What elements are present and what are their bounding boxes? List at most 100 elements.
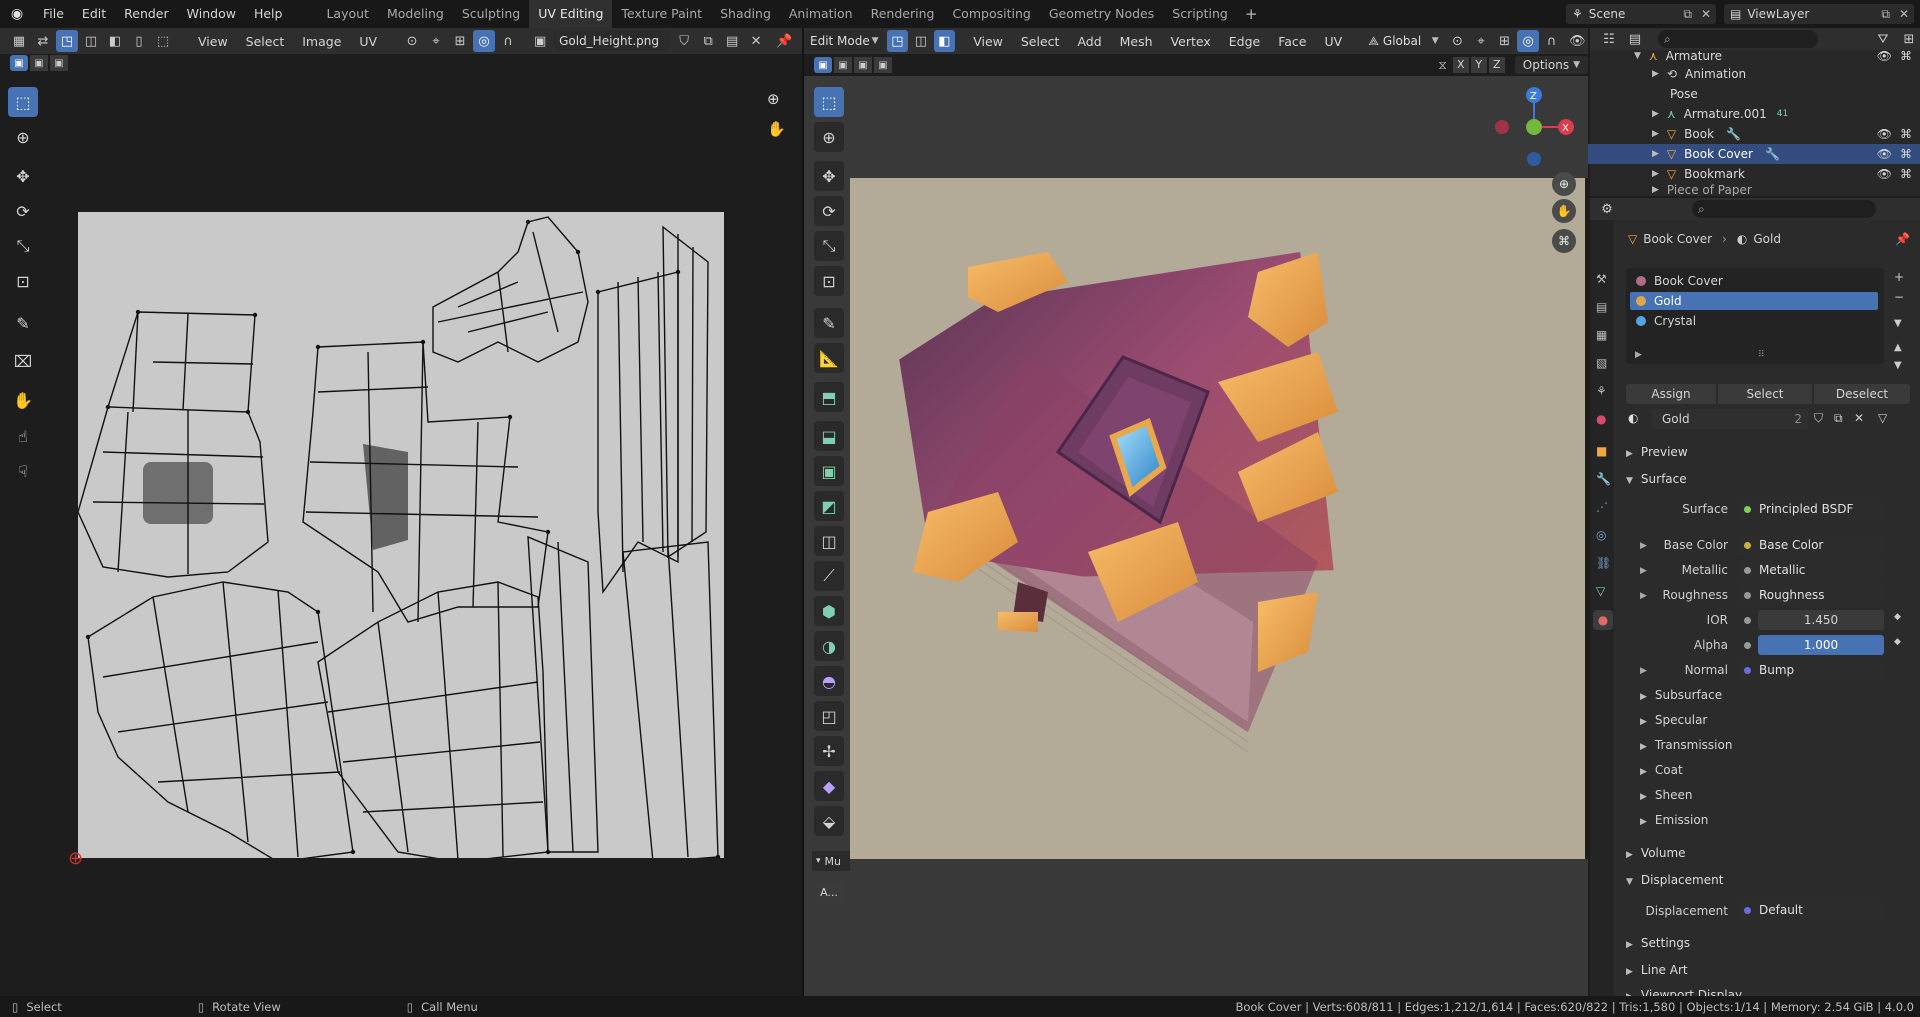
modifier-tab-icon[interactable]: 🔧 — [1596, 472, 1611, 486]
socket-dot-icon[interactable] — [1744, 642, 1751, 649]
sticky-mode-icon[interactable]: ⬚ — [152, 30, 174, 52]
zoom-icon[interactable]: ⊕ — [1552, 172, 1576, 196]
move-slot-down-icon[interactable]: ▼ — [1894, 360, 1902, 371]
camera-render-icon[interactable]: ⌘ — [1900, 167, 1912, 181]
navigation-gizmo[interactable]: Z X — [1490, 82, 1580, 172]
tab-texture-paint[interactable]: Texture Paint — [612, 0, 711, 28]
world-tab-icon[interactable]: ● — [1596, 412, 1606, 426]
subpanel-coat[interactable]: ▶ Coat — [1640, 763, 1683, 777]
unlink-material-icon[interactable]: ✕ — [1854, 411, 1864, 425]
material-slot[interactable]: Book Cover — [1630, 272, 1878, 290]
displacement-panel-header[interactable]: ▼ Displacement — [1626, 873, 1723, 887]
select-subtract-icon[interactable]: ▣ — [50, 55, 68, 71]
tab-sculpting[interactable]: Sculpting — [453, 0, 529, 28]
shear-tool[interactable]: ◆ — [814, 771, 844, 801]
material-slot[interactable]: Crystal — [1630, 312, 1878, 330]
eye-icon[interactable]: 👁 — [1877, 167, 1892, 181]
pin-icon[interactable]: 📌 — [773, 30, 795, 52]
alpha-slider[interactable]: 1.000 — [1758, 635, 1884, 655]
outliner-item-armature-001[interactable]: ▶ ⋏ Armature.001 41 — [1588, 104, 1920, 124]
vp-menu-edge[interactable]: Edge — [1221, 34, 1268, 49]
2d-cursor-icon[interactable]: ⊕ — [68, 850, 83, 868]
select-intersect-icon[interactable]: ▣ — [874, 57, 892, 73]
view-layer-tab-icon[interactable]: ▧ — [1596, 356, 1607, 370]
viewport-display-panel-header[interactable]: ▶Viewport Display — [1626, 988, 1742, 996]
physics-tab-icon[interactable]: ◎ — [1596, 528, 1606, 542]
menu-edit[interactable]: Edit — [73, 0, 115, 28]
deselect-button[interactable]: Deselect — [1814, 384, 1910, 404]
keyframe-dot-icon[interactable]: ◆ — [1894, 637, 1901, 647]
vp-menu-add[interactable]: Add — [1069, 34, 1109, 49]
menu-file[interactable]: File — [34, 0, 73, 28]
inset-tool[interactable]: ▣ — [814, 456, 844, 486]
material-name-field[interactable]: Gold 2 — [1652, 409, 1808, 429]
link-type-icon[interactable]: ▽ — [1878, 411, 1887, 425]
scene-tab-icon[interactable]: ⚘ — [1596, 384, 1607, 398]
pan-hand-icon[interactable]: ✋ — [1552, 199, 1576, 223]
axis-x-toggle[interactable]: X — [1452, 57, 1469, 73]
close-icon[interactable]: ✕ — [1696, 7, 1716, 21]
uv-menu-view[interactable]: View — [190, 34, 236, 49]
scale-tool[interactable]: ⤡ — [8, 231, 38, 261]
cursor-tool[interactable]: ⊕ — [8, 122, 38, 152]
measure-tool[interactable]: 📐 — [814, 343, 844, 373]
edge-mode-icon[interactable]: ◫ — [910, 30, 932, 52]
tab-animation[interactable]: Animation — [780, 0, 862, 28]
relax-tool[interactable]: ☝ — [8, 421, 38, 451]
select-box-tool[interactable]: ⬚ — [814, 87, 844, 117]
annotate-tool[interactable]: ✎ — [814, 308, 844, 338]
shrink-fatten-tool[interactable]: ✢ — [814, 736, 844, 766]
proportional-edit-icon[interactable]: ◎ — [473, 30, 496, 52]
uv-menu-image[interactable]: Image — [294, 34, 349, 49]
keyframe-dot-icon[interactable]: ◆ — [1894, 612, 1901, 622]
view-layer-selector[interactable]: ▤ ViewLayer ⧉ ✕ — [1724, 4, 1914, 24]
vp-menu-mesh[interactable]: Mesh — [1112, 34, 1161, 49]
data-tab-icon[interactable]: ▽ — [1596, 584, 1605, 598]
outliner-item-pose[interactable]: Pose — [1588, 84, 1920, 104]
extrude-tool[interactable]: ⬓ — [814, 421, 844, 451]
vp-menu-view[interactable]: View — [965, 34, 1011, 49]
mirror-icon[interactable]: ⧖ — [1438, 58, 1446, 73]
add-workspace-icon[interactable]: + — [1237, 5, 1266, 23]
eye-icon[interactable]: 👁 — [1877, 49, 1892, 63]
socket-dot-icon[interactable] — [1744, 617, 1751, 624]
vp-menu-select[interactable]: Select — [1013, 34, 1068, 49]
assign-button[interactable]: Assign — [1626, 384, 1716, 404]
falloff-icon[interactable]: ∩ — [1541, 30, 1563, 52]
resize-grip-icon[interactable]: ⠿ — [1758, 350, 1765, 360]
subpanel-transmission[interactable]: ▶ Transmission — [1640, 738, 1732, 752]
roughness-link-field[interactable]: Roughness — [1738, 585, 1884, 605]
camera-render-icon[interactable]: ⌘ — [1900, 49, 1912, 63]
copy-icon[interactable]: ⧉ — [1877, 7, 1894, 22]
outliner-item-piece-of-paper[interactable]: ▶ Piece of Paper — [1588, 184, 1920, 196]
tab-layout[interactable]: Layout — [317, 0, 378, 28]
tab-modeling[interactable]: Modeling — [378, 0, 453, 28]
settings-panel-header[interactable]: ▶ Settings — [1626, 936, 1690, 950]
uv-menu-select[interactable]: Select — [238, 34, 293, 49]
menu-window[interactable]: Window — [178, 0, 245, 28]
tab-compositing[interactable]: Compositing — [943, 0, 1039, 28]
remove-slot-icon[interactable]: − — [1894, 290, 1904, 304]
rotate-tool[interactable]: ⟳ — [8, 196, 38, 226]
properties-type-icon[interactable]: ⚙ — [1596, 198, 1618, 220]
image-browse-icon[interactable]: ▣ — [529, 30, 551, 52]
output-tab-icon[interactable]: ▦ — [1596, 328, 1607, 342]
sync-selection-icon[interactable]: ⇄ — [32, 30, 54, 52]
snap-target-icon[interactable]: ⊞ — [449, 30, 471, 52]
camera-render-icon[interactable]: ⌘ — [1900, 147, 1912, 161]
slot-specials-icon[interactable]: ▼ — [1894, 318, 1902, 329]
snap-icon[interactable]: ⌖ — [425, 30, 447, 52]
add-slot-icon[interactable]: + — [1894, 270, 1904, 284]
cursor-tool[interactable]: ⊕ — [814, 122, 844, 152]
rotate-tool[interactable]: ⟳ — [814, 196, 844, 226]
tab-uv-editing[interactable]: UV Editing — [529, 0, 613, 28]
particles-tab-icon[interactable]: ⋰ — [1596, 500, 1608, 514]
duplicate-material-icon[interactable]: ⧉ — [1834, 411, 1843, 426]
eye-icon[interactable]: 👁 — [1877, 147, 1892, 161]
fake-user-icon[interactable]: ⛉ — [673, 30, 695, 52]
subpanel-specular[interactable]: ▶ Specular — [1640, 713, 1707, 727]
material-tab-icon[interactable]: ● — [1593, 610, 1613, 630]
orientation-dropdown[interactable]: ⟁ Global ▼ — [1362, 31, 1445, 51]
eye-icon[interactable]: 👁 — [1877, 127, 1892, 141]
falloff-icon[interactable]: ∩ — [497, 30, 519, 52]
